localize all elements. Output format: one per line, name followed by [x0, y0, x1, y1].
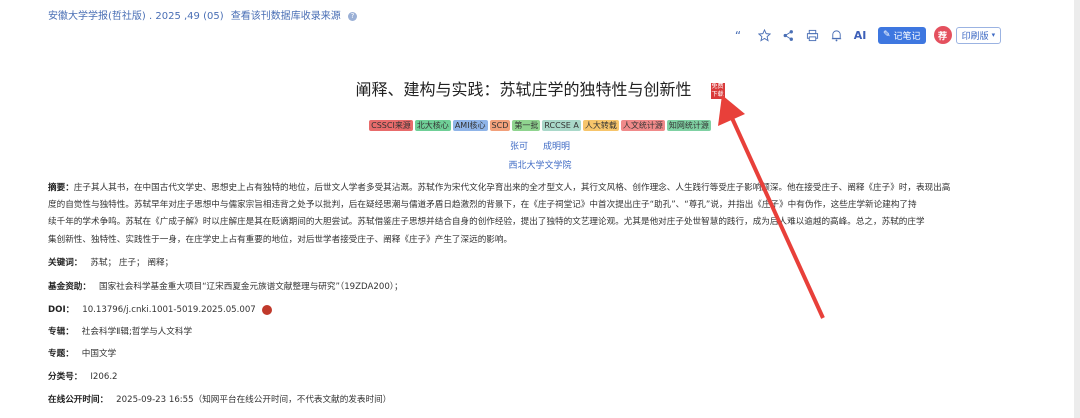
classification-row: 分类号： I206.2: [48, 370, 118, 382]
index-tag[interactable]: 北大核心: [414, 120, 451, 131]
source-line: 安徽大学学报(哲社版) . 2025 ,49 (05) 查看该刊数据库收录来源 …: [48, 7, 357, 22]
abstract-text-line: 庄子其人其书，在中国古代文学史、思想史上占有独特的地位，后世文人学者多受其沾溉。…: [73, 183, 951, 193]
series-row: 专辑： 社会科学Ⅱ辑;哲学与人文科学: [48, 325, 192, 337]
fund-label: 基金资助：: [48, 282, 91, 292]
index-tag[interactable]: 第一批: [512, 120, 541, 131]
fund-row: 基金资助： 国家社会科学基金重大项目“辽宋西夏金元族谱文献整理与研究”（19ZDA…: [48, 280, 403, 292]
issue-link[interactable]: 2025 ,49 (05): [155, 11, 223, 22]
db-source-link[interactable]: 查看该刊数据库收录来源: [231, 11, 341, 22]
topic-value: 中国文学: [81, 349, 117, 359]
keywords-label: 关键词：: [48, 258, 83, 268]
series-label: 专辑：: [48, 327, 74, 337]
journal-link[interactable]: 安徽大学学报(哲社版): [48, 11, 146, 22]
ai-button[interactable]: AI: [848, 26, 872, 44]
print-edition-label: 印刷版: [961, 31, 989, 42]
index-tag[interactable]: 知网统计源: [666, 120, 711, 131]
print-icon[interactable]: [800, 26, 824, 44]
share-icon[interactable]: [776, 26, 800, 44]
classification-value: I206.2: [90, 372, 118, 382]
affiliation-link[interactable]: 西北大学文学院: [0, 158, 1080, 171]
doi-row: DOI： 10.13796/j.cnki.1001-5019.2025.05.00…: [48, 303, 272, 315]
scrollbar[interactable]: [1074, 0, 1080, 418]
topic-row: 专题： 中国文学: [48, 347, 116, 359]
take-note-button[interactable]: ✎ 记笔记: [878, 26, 926, 44]
index-tag[interactable]: CSSCI来源: [369, 120, 413, 131]
abstract-text-line: 集创新性、独特性、实践性于一身，在庄学史上占有重要的地位，对后世学者接受庄子、阐…: [48, 234, 513, 245]
chevron-down-icon: ▾: [991, 31, 996, 39]
print-edition-dropdown[interactable]: 印刷版 ▾: [955, 26, 1002, 44]
index-tag[interactable]: RCCSE A: [542, 120, 581, 131]
classification-label: 分类号：: [48, 372, 83, 382]
online-date-value: 2025-09-23 16:55（知网平台在线公开时间，不代表文献的发表时间）: [116, 395, 392, 405]
online-date-label: 在线公开时间：: [48, 395, 109, 405]
index-tag[interactable]: 人文统计源: [620, 120, 665, 131]
abstract-text-line: 续千年的学术争鸣。苏轼在《广成子解》时以庄解庄是其在贬谪期间的大胆尝试。苏轼借鉴…: [48, 217, 925, 228]
author-link[interactable]: 成明明: [543, 142, 570, 152]
bell-icon[interactable]: [824, 26, 848, 44]
svg-text:“: “: [734, 29, 740, 42]
fund-value[interactable]: 国家社会科学基金重大项目“辽宋西夏金元族谱文献整理与研究”（19ZDA200）；: [99, 282, 403, 292]
doi-link-icon[interactable]: [261, 304, 272, 315]
doi-label: DOI：: [48, 305, 75, 315]
article-title-row: 阐释、建构与实践：苏轼庄学的独特性与创新性 免费下载: [0, 76, 1080, 100]
keywords-value[interactable]: 苏轼； 庄子； 阐释；: [90, 258, 173, 268]
index-tag[interactable]: AMI核心: [452, 120, 488, 131]
topic-label: 专题：: [48, 349, 74, 359]
index-tag[interactable]: SCD: [489, 120, 511, 131]
take-note-label: 记笔记: [893, 31, 921, 42]
index-tags: CSSCI来源 北大核心 AMI核心 SCD 第一批 RCCSE A 人大转载 人文统计源 知网…: [0, 120, 1080, 131]
note-icon: ✎: [883, 30, 891, 40]
series-value: 社会科学Ⅱ辑;哲学与人文科学: [81, 327, 193, 337]
abstract-text-line: 度的自觉性与独特性。苏轼早年对庄子思想中与儒家宗旨相违背之处予以批判，后在疑经思…: [48, 200, 917, 211]
doi-value: 10.13796/j.cnki.1001-5019.2025.05.007: [82, 305, 256, 315]
index-tag[interactable]: 人大转载: [582, 120, 619, 131]
abstract-label: 摘要：: [48, 183, 74, 193]
star-icon[interactable]: [752, 26, 776, 44]
article-title: 阐释、建构与实践：苏轼庄学的独特性与创新性: [355, 80, 692, 99]
quote-icon[interactable]: “: [728, 26, 752, 44]
online-date-row: 在线公开时间： 2025-09-23 16:55（知网平台在线公开时间，不代表文献…: [48, 393, 391, 405]
toolbar: “ AI ✎ 记笔记 荐 印刷版 ▾: [728, 26, 1002, 44]
authors: 张可 成明明: [0, 139, 1080, 152]
free-download-badge[interactable]: 免费下载: [710, 82, 725, 99]
abstract: 摘要：庄子其人其书，在中国古代文学史、思想史上占有独特的地位，后世文人学者多受其…: [48, 180, 1048, 249]
help-icon[interactable]: ?: [347, 11, 357, 21]
recommend-button[interactable]: 荐: [933, 26, 952, 44]
author-link[interactable]: 张可: [510, 142, 528, 152]
keywords-row: 关键词： 苏轼； 庄子； 阐释；: [48, 256, 173, 268]
